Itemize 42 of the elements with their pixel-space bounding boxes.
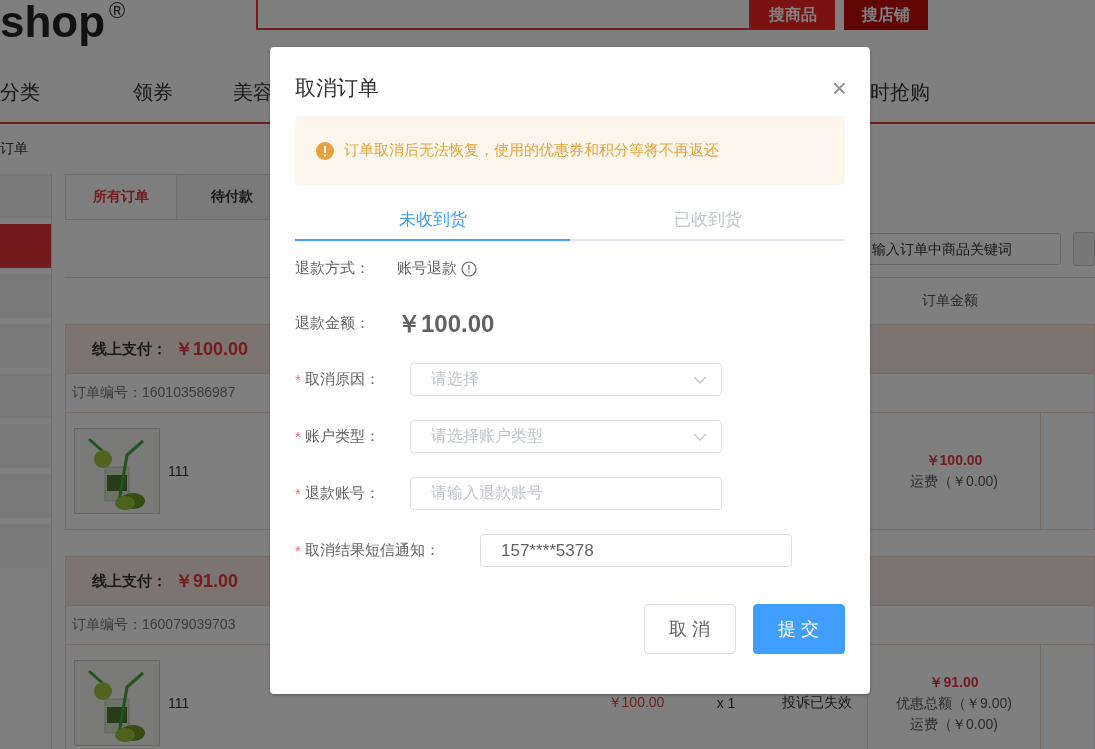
fee-text: 运费（￥0.00): [910, 714, 998, 734]
order-amount: ￥100.00: [925, 451, 983, 470]
order-amount: ￥91.00: [929, 672, 979, 692]
input-field[interactable]: 157****5378: [480, 534, 792, 567]
field-label: 账户类型：: [304, 427, 380, 446]
nav-link[interactable]: 分类: [0, 80, 40, 103]
refund-method: 账号退款: [397, 259, 457, 278]
payment-label: 线上支付：: [92, 339, 167, 359]
registered-mark: ®: [109, 0, 126, 22]
nav-link[interactable]: 时抢购: [870, 80, 930, 103]
field-label: 取消结果短信通知：: [304, 541, 440, 560]
required-mark: *: [295, 542, 301, 559]
fee-text: 运费（￥0.00): [910, 472, 998, 491]
close-button[interactable]: ×: [831, 77, 847, 99]
field-label: 退款账号：: [304, 484, 380, 503]
order-total: ￥91.00: [175, 570, 239, 593]
breadcrumb-link[interactable]: 订单: [0, 140, 28, 158]
required-mark: *: [295, 371, 301, 388]
search-button[interactable]: 搜店铺: [844, 0, 928, 30]
order-total: ￥100.00: [175, 338, 249, 361]
order-tab[interactable]: 所有订单: [65, 174, 177, 220]
product-name[interactable]: 111: [168, 463, 190, 479]
product-name[interactable]: 111: [168, 695, 190, 711]
nav-link[interactable]: 领券: [133, 80, 173, 103]
unit-price: ￥100.00: [607, 694, 665, 712]
tab[interactable]: 未收到货: [295, 199, 570, 241]
required-mark: *: [295, 485, 301, 502]
submit-button[interactable]: 提 交: [753, 604, 845, 654]
cancel-button[interactable]: 取 消: [644, 604, 736, 654]
search-button[interactable]: 搜商品: [751, 0, 835, 30]
required-mark: *: [295, 428, 301, 445]
warning-text: 订单取消后无法恢复，使用的优惠券和积分等将不再返还: [344, 141, 719, 160]
payment-label: 线上支付：: [92, 571, 167, 591]
column-header: 订单金额: [921, 292, 979, 310]
refund-amount: ￥100.00: [397, 308, 495, 339]
dialog-title: 取消订单: [295, 75, 379, 101]
order-status: 投诉已失效: [781, 694, 852, 712]
field-label: 退款方式：: [295, 259, 371, 278]
field-label: 退款金额：: [295, 314, 371, 333]
fee-text: 优惠总额（￥9.00): [896, 693, 1012, 713]
quantity: x 1: [716, 695, 736, 711]
logo[interactable]: shop: [0, 0, 106, 48]
